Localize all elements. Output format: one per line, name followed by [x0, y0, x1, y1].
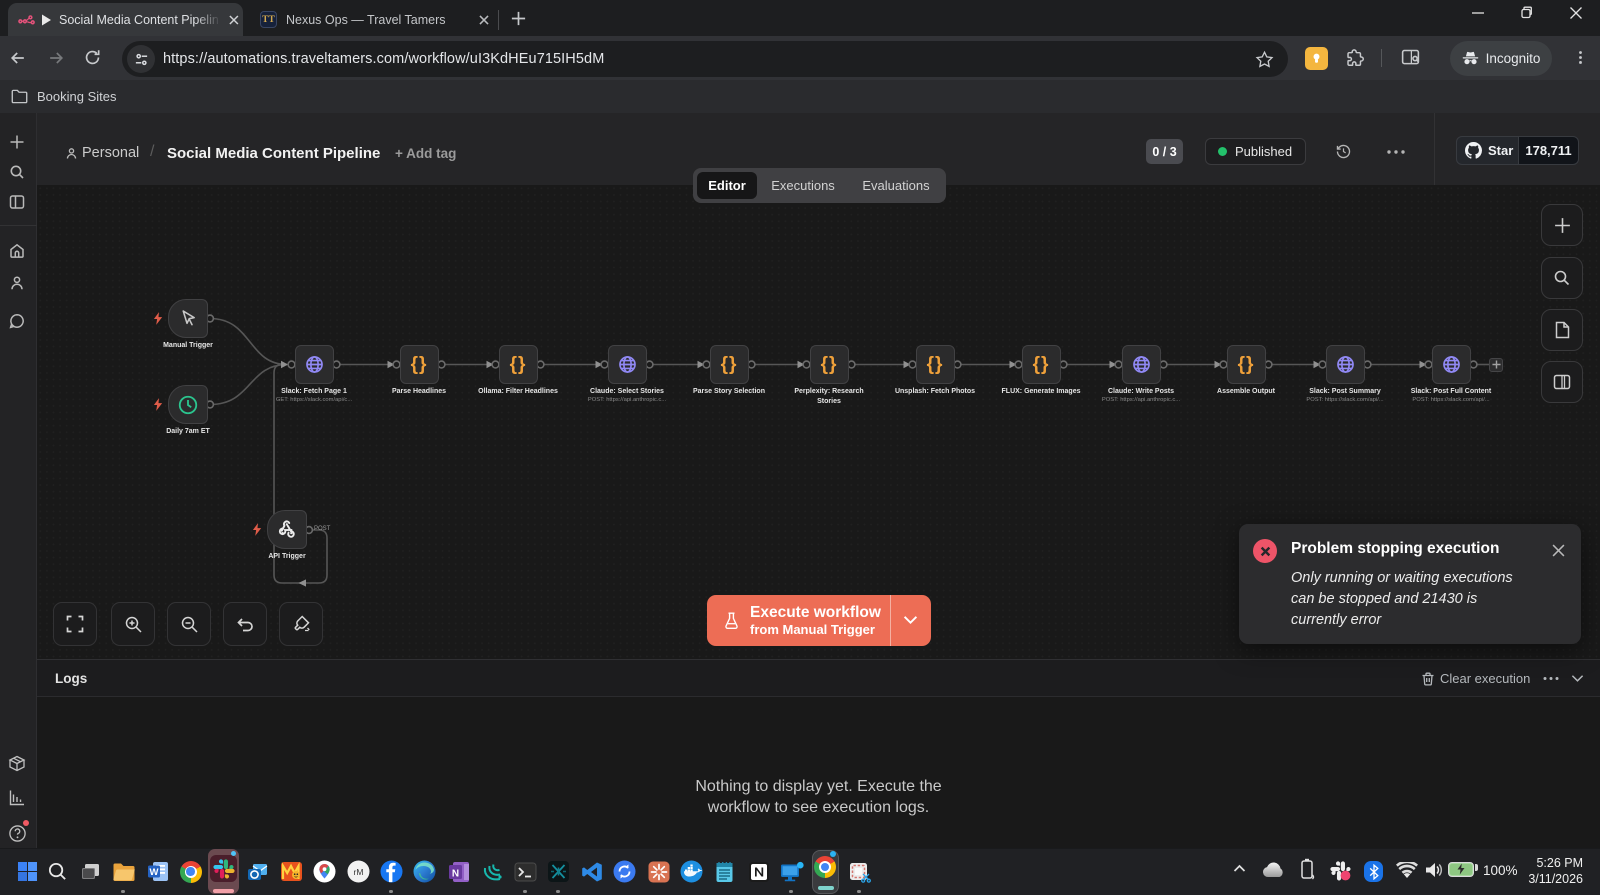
- svg-text:N: N: [451, 868, 458, 879]
- svg-text:W: W: [149, 867, 158, 878]
- svg-text:rM: rM: [354, 867, 364, 877]
